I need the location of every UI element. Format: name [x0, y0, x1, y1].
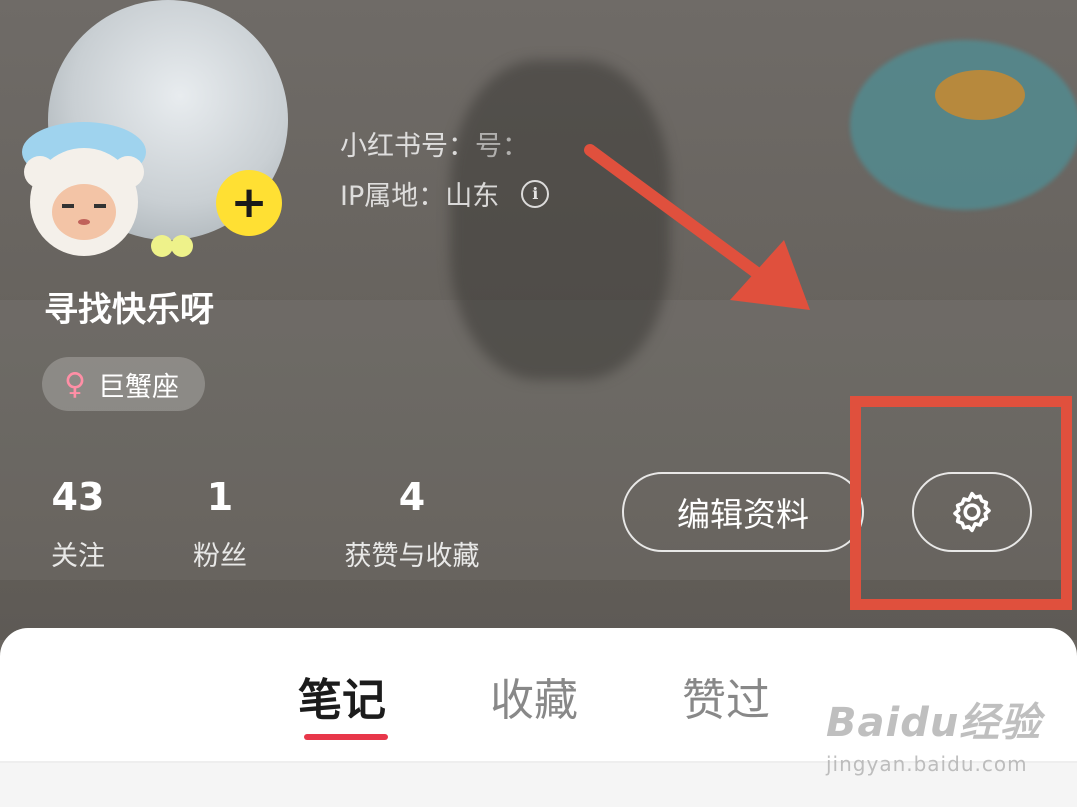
stat-following-value: 43 — [51, 475, 105, 519]
plus-icon: + — [230, 177, 268, 228]
baidu-watermark: Baidu经验 jingyan.baidu.com — [826, 690, 1041, 776]
zodiac-label: 巨蟹座 — [97, 371, 179, 403]
tab-liked[interactable]: 赞过 — [682, 664, 770, 728]
sticker-paws-icon — [151, 235, 193, 257]
stat-fans-value: 1 — [206, 475, 234, 519]
stat-likes-value: 4 — [398, 475, 426, 519]
account-id-label: 小红书号： — [340, 131, 475, 162]
account-id-value: 号： — [475, 131, 529, 162]
watermark-logo: Baidu经验 — [826, 700, 1042, 746]
annotation-arrow — [584, 144, 810, 310]
stat-following-label: 关注 — [51, 541, 105, 572]
tab-notes[interactable]: 笔记 — [298, 664, 386, 728]
ip-value: 山东 — [445, 181, 500, 212]
annotation-highlight-box — [850, 396, 1072, 610]
female-icon: ♀ — [64, 366, 86, 402]
info-icon[interactable]: i — [521, 179, 550, 208]
stat-likes-collects[interactable]: 4 获赞与收藏 — [330, 478, 494, 573]
watermark-url: jingyan.baidu.com — [826, 752, 1028, 776]
background-cushion — [850, 40, 1077, 210]
avatar-sticker-icon — [22, 122, 146, 256]
stat-fans[interactable]: 1 粉丝 — [188, 478, 252, 573]
ip-location: IP属地：山东 i — [340, 174, 550, 213]
stat-fans-label: 粉丝 — [193, 541, 247, 572]
nickname: 寻找快乐呀 — [44, 290, 214, 330]
stat-following[interactable]: 43 关注 — [46, 478, 110, 573]
stat-likes-label: 获赞与收藏 — [344, 541, 480, 572]
add-button[interactable]: + — [216, 170, 282, 236]
edit-profile-button[interactable]: 编辑资料 — [622, 472, 864, 552]
zodiac-badge: ♀ 巨蟹座 — [42, 357, 205, 411]
account-id: 小红书号：号： — [340, 124, 529, 163]
background-cushion-center — [935, 70, 1025, 120]
ip-label: IP属地： — [340, 181, 446, 212]
tab-collections[interactable]: 收藏 — [490, 664, 578, 728]
active-tab-indicator — [304, 734, 388, 740]
